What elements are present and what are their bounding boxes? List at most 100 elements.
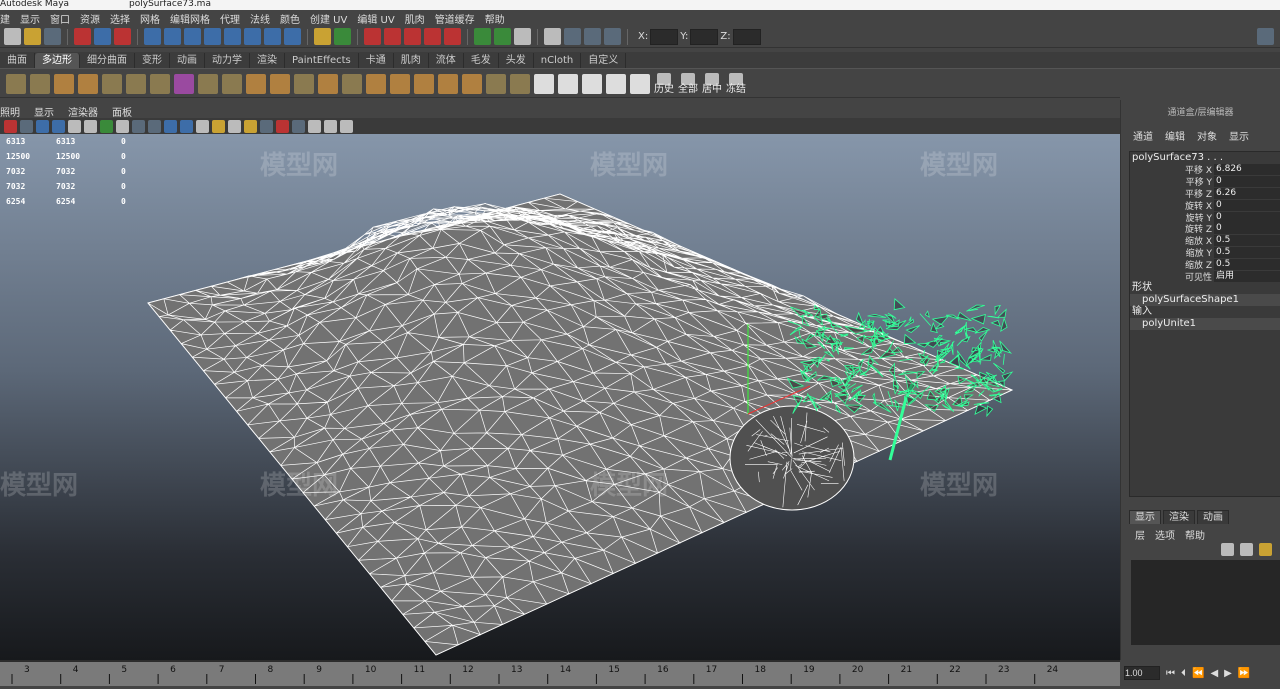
- viewport-tool-icon[interactable]: [180, 119, 193, 133]
- viewport-tool-icon[interactable]: [148, 119, 161, 133]
- channel-attribute[interactable]: 旋转 X0: [1130, 199, 1280, 212]
- menu-item[interactable]: 显示: [20, 11, 40, 26]
- menu-item[interactable]: 肌肉: [405, 11, 425, 26]
- magnet-point-icon[interactable]: [404, 28, 421, 45]
- open-scene-icon[interactable]: [24, 28, 41, 45]
- shelf-tab[interactable]: 头发: [499, 53, 534, 68]
- shelf-tool-icon[interactable]: [6, 73, 26, 94]
- go-to-start-icon[interactable]: ⏮: [1166, 668, 1175, 679]
- select-object-icon[interactable]: [94, 28, 111, 45]
- layer-menu-item[interactable]: 层: [1135, 527, 1145, 542]
- shelf-button[interactable]: 冻结: [726, 72, 746, 95]
- viewport-tool-icon[interactable]: [52, 119, 65, 133]
- help-icon[interactable]: [284, 28, 301, 45]
- viewport-menu-item[interactable]: 渲染器: [68, 104, 98, 119]
- snap-point-icon[interactable]: [184, 28, 201, 45]
- shelf-tool-icon[interactable]: [438, 73, 458, 94]
- shelf-tool-icon[interactable]: [486, 73, 506, 94]
- shelf-tool-icon[interactable]: [510, 73, 530, 94]
- viewport-tool-icon[interactable]: [36, 119, 49, 133]
- attribute-value[interactable]: 0.5: [1214, 235, 1280, 247]
- play-back-icon[interactable]: ◀: [1210, 668, 1218, 679]
- layer-menu-item[interactable]: 帮助: [1185, 527, 1205, 542]
- shelf-tool-icon[interactable]: [606, 73, 626, 94]
- attribute-value[interactable]: 6.26: [1214, 187, 1280, 199]
- layer-menu-item[interactable]: 选项: [1155, 527, 1175, 542]
- shelf-tool-icon[interactable]: [366, 73, 386, 94]
- output-ops-icon[interactable]: [494, 28, 511, 45]
- render-icon[interactable]: [564, 28, 581, 45]
- render-settings-icon[interactable]: [604, 28, 621, 45]
- viewport-menu-item[interactable]: 显示: [34, 104, 54, 119]
- input-ops-icon[interactable]: [474, 28, 491, 45]
- menu-item[interactable]: 编辑网格: [170, 11, 210, 26]
- x-field[interactable]: [650, 28, 679, 45]
- viewport-tool-icon[interactable]: [212, 119, 225, 133]
- menu-item[interactable]: 帮助: [485, 11, 505, 26]
- shape-node[interactable]: polySurfaceShape1: [1130, 293, 1280, 306]
- shelf-tool-icon[interactable]: [174, 73, 194, 94]
- viewport-tool-icon[interactable]: [276, 119, 289, 133]
- attribute-value[interactable]: 启用: [1214, 270, 1280, 282]
- channel-attribute[interactable]: 旋转 Y0: [1130, 211, 1280, 224]
- channel-attribute[interactable]: 缩放 X 0.5: [1130, 235, 1280, 247]
- select-component-icon[interactable]: [114, 28, 131, 45]
- channel-menu-item[interactable]: 编辑: [1165, 128, 1185, 143]
- shelf-tool-icon[interactable]: [246, 73, 266, 94]
- shelf-tool-icon[interactable]: [294, 73, 314, 94]
- channel-attribute[interactable]: 平移 Y0: [1130, 176, 1280, 188]
- shelf-tool-icon[interactable]: [78, 73, 98, 94]
- step-back-icon[interactable]: ⏴: [1181, 668, 1186, 679]
- save-scene-icon[interactable]: [44, 28, 61, 45]
- menu-item[interactable]: 创建 UV: [310, 11, 347, 26]
- shelf-button[interactable]: 历史: [654, 72, 674, 95]
- select-highlight-icon[interactable]: [334, 28, 351, 45]
- step-forward-key-icon[interactable]: ⏩: [1238, 668, 1250, 679]
- channel-attribute[interactable]: 平移 X 6.826: [1130, 164, 1280, 176]
- move-layer-down-icon[interactable]: [1240, 543, 1253, 556]
- viewport-tool-icon[interactable]: [100, 119, 113, 133]
- channel-attribute[interactable]: 缩放 Y 0.5: [1130, 246, 1280, 259]
- move-layer-up-icon[interactable]: [1221, 543, 1234, 556]
- current-frame-field[interactable]: [1124, 666, 1160, 680]
- channel-menu-item[interactable]: 显示: [1229, 128, 1249, 143]
- channel-box-toggle-icon[interactable]: [1257, 28, 1274, 45]
- attribute-value[interactable]: 6.826: [1214, 164, 1280, 176]
- shelf-tab[interactable]: 流体: [429, 53, 464, 68]
- new-layer-icon[interactable]: [1259, 543, 1272, 556]
- menu-item[interactable]: 颜色: [280, 11, 300, 26]
- channel-attribute[interactable]: 平移 Z 6.26: [1130, 187, 1280, 200]
- y-field[interactable]: [690, 28, 719, 45]
- menu-item[interactable]: 网格: [140, 11, 160, 26]
- shelf-tool-icon[interactable]: [534, 73, 554, 94]
- object-name[interactable]: polySurface73 . . .: [1130, 152, 1280, 164]
- viewport-tool-icon[interactable]: [292, 119, 305, 133]
- shelf-tab[interactable]: nCloth: [534, 53, 582, 68]
- shelf-tool-icon[interactable]: [198, 73, 218, 94]
- layer-tab[interactable]: 渲染: [1163, 510, 1195, 524]
- time-slider[interactable]: 3 4 5 6 7 8 9 10 11 12 13 14 15 16 17 18 19 20 21 22 23 24: [0, 660, 1120, 686]
- menu-item[interactable]: 管道缓存: [435, 11, 475, 26]
- shelf-tab[interactable]: 多边形: [35, 53, 80, 68]
- select-hierarchy-icon[interactable]: [74, 28, 91, 45]
- shelf-tool-icon[interactable]: [390, 73, 410, 94]
- menu-item[interactable]: 建: [0, 11, 10, 26]
- shelf-tab[interactable]: 肌肉: [394, 53, 429, 68]
- shelf-tool-icon[interactable]: [222, 73, 242, 94]
- snap-edge-icon[interactable]: [264, 28, 281, 45]
- attribute-value[interactable]: 0: [1214, 211, 1280, 223]
- viewport-tool-icon[interactable]: [340, 119, 353, 133]
- attribute-value[interactable]: 0: [1214, 176, 1280, 188]
- magnet-grid-icon[interactable]: [424, 28, 441, 45]
- magnet-curve-icon[interactable]: [384, 28, 401, 45]
- shelf-tool-icon[interactable]: [54, 73, 74, 94]
- attribute-value[interactable]: 0.5: [1214, 246, 1280, 258]
- viewport-tool-icon[interactable]: [132, 119, 145, 133]
- snap-surface-icon[interactable]: [224, 28, 241, 45]
- input-node[interactable]: polyUnite1: [1130, 317, 1280, 330]
- menu-item[interactable]: 窗口: [50, 11, 70, 26]
- shelf-tool-icon[interactable]: [462, 73, 482, 94]
- attribute-value[interactable]: 0: [1214, 199, 1280, 211]
- viewport-tool-icon[interactable]: [324, 119, 337, 133]
- menu-item[interactable]: 代理: [220, 11, 240, 26]
